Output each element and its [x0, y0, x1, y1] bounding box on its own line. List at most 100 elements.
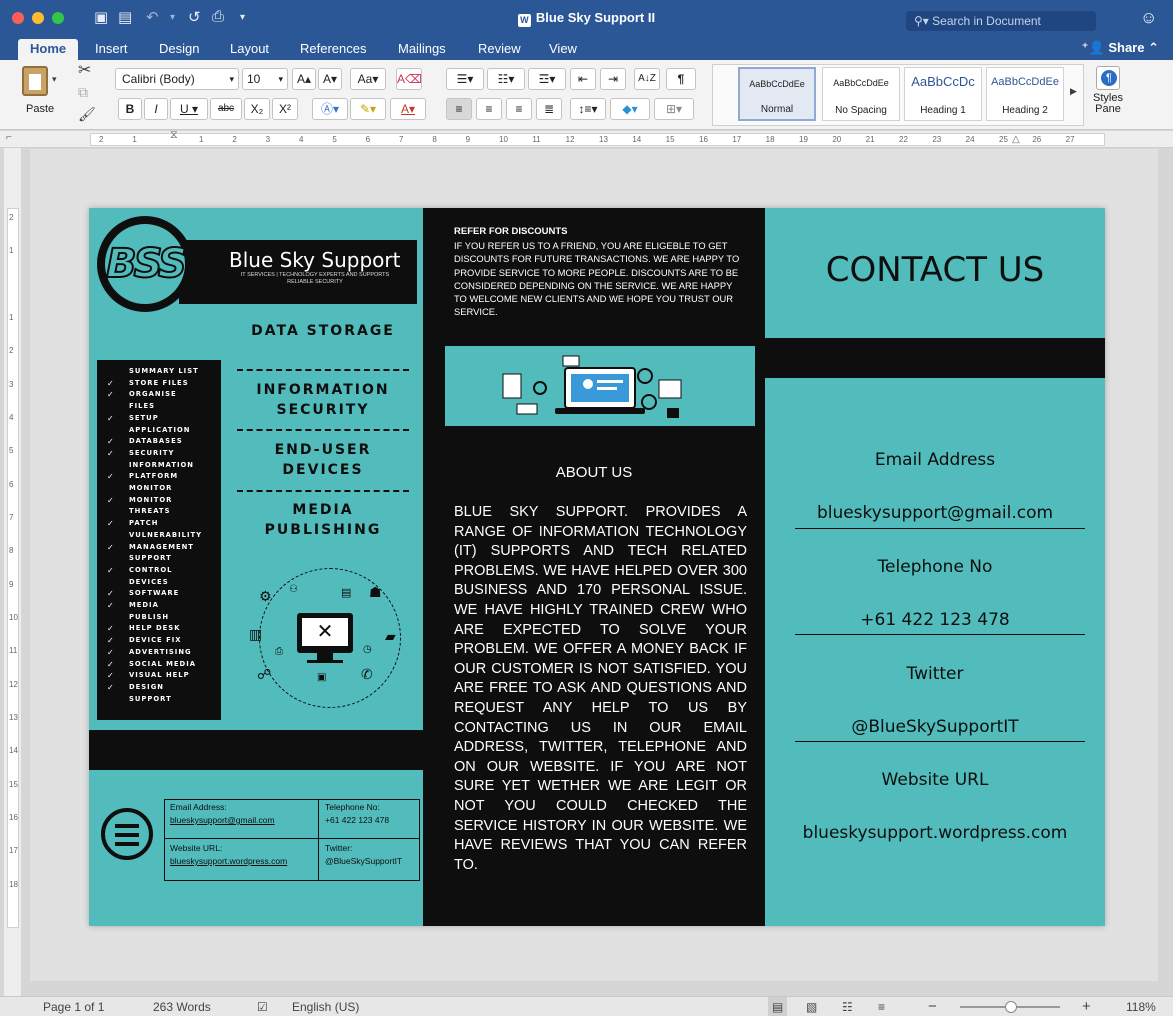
- line-spacing-icon: ↕≡▾: [578, 102, 598, 116]
- checklist-item-label: Organise: [129, 390, 177, 399]
- tab-insert[interactable]: Insert: [95, 39, 128, 60]
- gear-icon: [641, 394, 657, 410]
- web-layout-view-icon[interactable]: ▧: [806, 997, 817, 1016]
- share-button[interactable]: ⁺👤 Share ⌃: [1082, 39, 1159, 57]
- style-normal[interactable]: AaBbCcDdEe Normal: [738, 67, 816, 121]
- align-left-icon: ≡: [455, 102, 463, 116]
- increase-indent-button[interactable]: ⇥: [600, 68, 626, 90]
- style-no-spacing[interactable]: AaBbCcDdEe No Spacing: [822, 67, 900, 121]
- tab-view[interactable]: View: [549, 39, 577, 60]
- font-color-button[interactable]: A▾: [390, 98, 426, 120]
- feedback-smiley-icon[interactable]: ☺: [1140, 8, 1157, 28]
- styles-more-icon[interactable]: ▶: [1070, 86, 1077, 97]
- outline-view-icon[interactable]: ☷: [842, 997, 853, 1016]
- document-icon: ▤: [341, 587, 352, 599]
- search-document-input[interactable]: ⚲▾ Search in Document: [906, 11, 1096, 31]
- table-email-label: Email Address:: [170, 802, 227, 812]
- vertical-ruler[interactable]: 2 1 1 2 3 4 5 6 7 8 9 10 11 12 13 14 15 16 17 18: [4, 148, 21, 996]
- numbering-button[interactable]: ☷▾: [487, 68, 525, 90]
- show-formatting-button[interactable]: ¶: [666, 68, 696, 90]
- multilevel-list-button[interactable]: ☲▾: [528, 68, 566, 90]
- checkmark-icon: ✓: [107, 601, 115, 611]
- clock-icon: ◷: [363, 644, 372, 655]
- align-right-button[interactable]: ≡: [506, 98, 532, 120]
- cut-icon[interactable]: ✂: [78, 60, 91, 80]
- clear-formatting-button[interactable]: A⌫: [396, 68, 422, 90]
- right-indent-marker-icon[interactable]: △: [1012, 134, 1020, 145]
- bold-button[interactable]: B: [118, 98, 142, 120]
- checkmark-icon: ✓: [107, 542, 115, 552]
- brand-title: Blue Sky Support: [229, 248, 401, 272]
- bullets-button[interactable]: ☰▾: [446, 68, 484, 90]
- tab-mailings[interactable]: Mailings: [398, 39, 446, 60]
- styles-pane-button[interactable]: Styles Pane: [1086, 66, 1130, 115]
- tab-layout[interactable]: Layout: [230, 39, 269, 60]
- shading-button[interactable]: ◆▾: [610, 98, 650, 120]
- proofing-icon[interactable]: ☑: [257, 997, 268, 1016]
- left-indent-marker-icon[interactable]: ⧖: [170, 129, 178, 142]
- subscript-button[interactable]: X₂: [244, 98, 270, 120]
- italic-button[interactable]: I: [144, 98, 168, 120]
- ruler-number: 4: [9, 413, 14, 422]
- checkmark-icon: ✓: [107, 390, 115, 400]
- ruler-number: 1: [199, 135, 204, 144]
- checklist-item-label: Information: [129, 460, 194, 469]
- zoom-in-icon[interactable]: +: [1082, 997, 1091, 1016]
- strikethrough-button[interactable]: abc: [210, 98, 242, 120]
- zoom-out-icon[interactable]: −: [928, 997, 937, 1016]
- horizontal-ruler[interactable]: ⌐ 2 1 1 2 3 4 5 6 7 8 9 10 11 12 13 14 15 16 17 18 19 20 21 22 2…: [0, 129, 1173, 148]
- copy-icon[interactable]: ⧉: [78, 84, 88, 101]
- tab-references[interactable]: References: [300, 39, 366, 60]
- black-divider-bar: [765, 338, 1105, 378]
- tab-stop-icon[interactable]: ⌐: [6, 132, 12, 143]
- decrease-indent-button[interactable]: ⇤: [570, 68, 596, 90]
- format-painter-icon[interactable]: 🖌: [78, 106, 96, 123]
- print-layout-view-icon[interactable]: ▤: [768, 997, 788, 1016]
- underline-button[interactable]: U ▾: [170, 98, 208, 120]
- server-icon: ▥: [249, 626, 263, 642]
- highlight-button[interactable]: ✎▾: [350, 98, 386, 120]
- word-document-icon: W: [517, 14, 531, 27]
- document-page[interactable]: BSS Blue Sky Support IT SERVICES | TECHN…: [89, 208, 1105, 926]
- tab-review[interactable]: Review: [478, 39, 521, 60]
- style-heading-2[interactable]: AaBbCcDdEe Heading 2: [986, 67, 1064, 121]
- text-effects-button[interactable]: Ⓐ▾: [312, 98, 348, 120]
- checklist-item: ✓ Software: [107, 588, 221, 600]
- zoom-slider-handle[interactable]: [1005, 1001, 1017, 1013]
- checklist-item-label: Visual Help: [129, 671, 190, 680]
- ruler-number: 15: [665, 135, 675, 144]
- font-name-select[interactable]: Calibri (Body) ▾: [115, 68, 239, 90]
- sort-button[interactable]: A↓Z: [634, 68, 660, 90]
- word-count[interactable]: 263 Words: [153, 997, 211, 1016]
- draft-view-icon[interactable]: ≡: [878, 997, 885, 1016]
- 404-card: [516, 403, 538, 415]
- align-center-button[interactable]: ≡: [476, 98, 502, 120]
- align-left-button[interactable]: ≡: [446, 98, 472, 120]
- tab-home[interactable]: Home: [18, 39, 79, 60]
- ruler-number: 15: [9, 779, 18, 789]
- collapse-ribbon-icon[interactable]: ⌃: [1148, 40, 1159, 55]
- borders-button[interactable]: ⊞▾: [654, 98, 694, 120]
- font-size-select[interactable]: 10 ▾: [242, 68, 288, 90]
- email-value: blueskysupport@gmail.com: [816, 503, 1054, 523]
- grow-font-button[interactable]: A▴: [292, 68, 316, 90]
- checklist-item: ✓ Management: [107, 542, 221, 554]
- paste-dropdown-icon[interactable]: ▾: [52, 74, 57, 85]
- paste-icon[interactable]: [22, 66, 48, 96]
- style-heading-1[interactable]: AaBbCcDc Heading 1: [904, 67, 982, 121]
- tab-design[interactable]: Design: [159, 39, 199, 60]
- change-case-button[interactable]: Aa▾: [350, 68, 386, 90]
- ruler-number: 14: [9, 746, 18, 756]
- increase-indent-icon: ⇥: [607, 72, 619, 86]
- checklist-item-label: Setup: [129, 413, 159, 422]
- superscript-button[interactable]: X²: [272, 98, 298, 120]
- zoom-level[interactable]: 118%: [1126, 997, 1156, 1016]
- language[interactable]: English (US): [292, 997, 359, 1016]
- tools-icon: ✕: [302, 618, 348, 646]
- justify-button[interactable]: ≣: [536, 98, 562, 120]
- ruler-number: 18: [765, 135, 775, 144]
- ruler-number: 3: [265, 135, 271, 144]
- line-spacing-button[interactable]: ↕≡▾: [570, 98, 606, 120]
- page-count[interactable]: Page 1 of 1: [43, 997, 104, 1016]
- shrink-font-button[interactable]: A▾: [318, 68, 342, 90]
